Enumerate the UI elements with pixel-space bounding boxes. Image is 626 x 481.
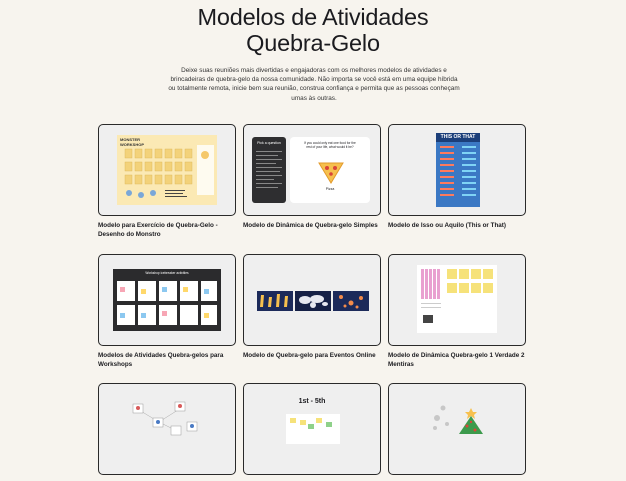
thumb-label: THIS OR THAT	[436, 133, 480, 142]
page-title-line2: Quebra-Gelo	[246, 30, 380, 56]
template-thumbnail[interactable]	[98, 383, 236, 475]
monster-grid-graphic	[124, 145, 214, 198]
two-truths-board-graphic	[421, 269, 493, 323]
page-description: Deixe suas reuniões mais divertidas e en…	[168, 67, 460, 102]
template-card-simple[interactable]: Pick a question If you could only eat on…	[243, 124, 381, 231]
template-card-this-or-that[interactable]: THIS OR THAT Modelo de Isso ou Aquilo (T…	[388, 124, 526, 231]
template-card-row3-2[interactable]: 1st - 5th	[243, 383, 381, 481]
template-thumbnail[interactable]: THIS OR THAT	[388, 124, 526, 216]
template-title[interactable]: Modelo de Isso ou Aquilo (This or That)	[388, 222, 526, 231]
template-title[interactable]: Modelos de Atividades Quebra-gelos para …	[98, 352, 236, 370]
template-card-workshops[interactable]: Workshop icebreaker activities Modelos d…	[98, 254, 236, 370]
question-lines-graphic	[256, 151, 282, 188]
page-title-line1: Modelos de Atividades	[197, 4, 429, 30]
christmas-tree-icon	[433, 405, 483, 434]
template-card-row3-3[interactable]	[388, 383, 526, 481]
pizza-icon	[318, 162, 344, 184]
template-title[interactable]: Modelo de Dinâmica de Quebra-gelo Simple…	[243, 222, 381, 231]
workshop-boards-graphic	[117, 281, 217, 325]
template-card-monster[interactable]: MONSTER WORKSHOP Modelo para Exercício d…	[98, 124, 236, 240]
thumb-label: Pick a question	[257, 141, 281, 145]
template-thumbnail[interactable]	[388, 254, 526, 346]
template-thumbnail[interactable]: 1st - 5th	[243, 383, 381, 475]
template-card-two-truths[interactable]: Modelo de Dinâmica Quebra-gelo 1 Verdade…	[388, 254, 526, 370]
template-thumbnail[interactable]: MONSTER WORKSHOP	[98, 124, 236, 216]
thumb-label: 1st - 5th	[298, 398, 326, 405]
template-thumbnail[interactable]: Workshop icebreaker activities	[98, 254, 236, 346]
this-or-that-list-graphic	[440, 146, 476, 196]
thumb-answer: Pizza	[325, 187, 335, 191]
template-thumbnail[interactable]: Pick a question If you could only eat on…	[243, 124, 381, 216]
template-thumbnail[interactable]	[388, 383, 526, 475]
template-title[interactable]: Modelo para Exercício de Quebra-Gelo - D…	[98, 222, 236, 240]
template-title[interactable]: Modelo de Dinâmica Quebra-gelo 1 Verdade…	[388, 352, 526, 370]
network-graphic	[132, 401, 198, 436]
template-card-row3-1[interactable]	[98, 383, 236, 481]
template-card-online-events[interactable]: Modelo de Quebra-gelo para Eventos Onlin…	[243, 254, 381, 361]
ranking-board-graphic	[286, 414, 340, 444]
template-title[interactable]: Modelo de Quebra-gelo para Eventos Onlin…	[243, 352, 381, 361]
page-title: Modelos de Atividades Quebra-Gelo	[0, 4, 626, 56]
online-events-banner-graphic	[257, 291, 369, 311]
template-thumbnail[interactable]	[243, 254, 381, 346]
thumb-question: If you could only eat one food for the r…	[304, 141, 356, 149]
